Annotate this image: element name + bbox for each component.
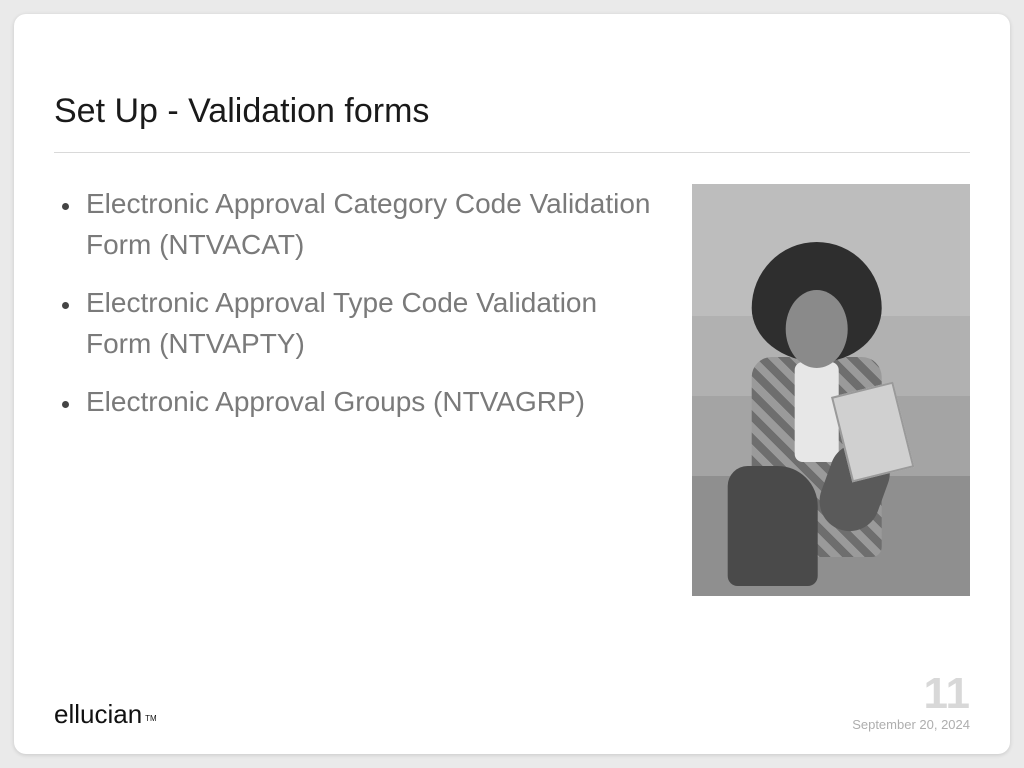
slide-title: Set Up - Validation forms	[54, 92, 970, 131]
slide-container: Set Up - Validation forms Electronic App…	[0, 0, 1024, 768]
horizontal-rule	[54, 152, 970, 153]
list-item: Electronic Approval Type Code Validation…	[82, 283, 662, 364]
bullet-list: Electronic Approval Category Code Valida…	[54, 184, 692, 441]
footer: ellucianTM 11 September 20, 2024	[54, 670, 970, 734]
list-item: Electronic Approval Category Code Valida…	[82, 184, 662, 265]
title-area: Set Up - Validation forms	[54, 92, 970, 149]
trademark: TM	[145, 714, 157, 723]
slide: Set Up - Validation forms Electronic App…	[14, 14, 1010, 754]
logo-text: ellucian	[54, 699, 142, 730]
body-area: Electronic Approval Category Code Valida…	[54, 184, 970, 596]
list-item: Electronic Approval Groups (NTVAGRP)	[82, 382, 662, 423]
logo: ellucianTM	[54, 699, 157, 730]
footer-date: September 20, 2024	[852, 717, 970, 732]
page-number: 11	[923, 672, 970, 716]
slide-photo	[692, 184, 970, 596]
